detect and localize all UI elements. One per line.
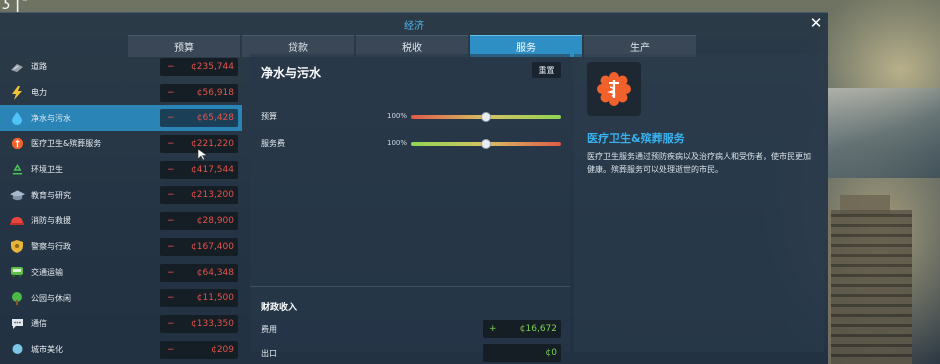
close-button[interactable]: ✕ <box>808 15 824 31</box>
background-sea <box>828 88 940 178</box>
revenue-title: 财政收入 <box>261 303 298 313</box>
healthcare-icon <box>587 62 641 116</box>
export-label: 出口 <box>261 349 277 358</box>
service-cost: − ¢209 <box>160 340 238 359</box>
fire-helmet-icon <box>9 213 25 229</box>
fee-percent: 100% <box>387 139 408 147</box>
background-building <box>828 210 912 364</box>
service-row-electricity[interactable]: 电力 − ¢56,918 <box>0 80 242 106</box>
road-icon <box>9 59 25 75</box>
service-row-transport[interactable]: 交通运输 − ¢64,348 <box>0 260 242 286</box>
budget-slider-row: 预算 100% <box>261 110 561 124</box>
service-row-communication[interactable]: 通信 − ¢133,350 <box>0 311 242 337</box>
bus-icon <box>9 264 25 280</box>
info-title: 医疗卫生&殡葬服务 <box>587 132 685 145</box>
service-cost: − ¢11,500 <box>160 289 238 308</box>
service-row-roads[interactable]: 道路 − ¢235,744 <box>0 54 242 80</box>
reset-button[interactable]: 重置 <box>532 62 561 78</box>
service-detail: 净水与污水 重置 预算 100% 服务费 100% 财政收入 费用 + ¢16,6… <box>250 54 570 362</box>
fee-slider-row: 服务费 100% <box>261 137 561 151</box>
service-cost: − ¢65,428 <box>160 109 238 128</box>
service-row-education[interactable]: 教育与研究 − ¢213,200 <box>0 182 242 208</box>
water-drop-icon <box>9 110 25 126</box>
graduation-cap-icon <box>9 187 25 203</box>
service-cost: − ¢213,200 <box>160 186 238 205</box>
police-badge-icon <box>9 239 25 255</box>
electricity-icon <box>9 85 25 101</box>
service-cost: − ¢56,918 <box>160 83 238 102</box>
panel-title: 经济 <box>404 21 424 32</box>
recycle-icon <box>9 162 25 178</box>
detail-title: 净水与污水 <box>261 66 322 80</box>
service-row-water[interactable]: 净水与污水 − ¢65,428 <box>0 105 242 132</box>
decoration-icon <box>9 341 25 357</box>
service-cost: − ¢167,400 <box>160 237 238 256</box>
service-cost: − ¢64,348 <box>160 263 238 282</box>
fee-revenue-label: 费用 <box>261 325 277 334</box>
service-row-parks[interactable]: 公园与休闲 − ¢11,500 <box>0 285 242 311</box>
mouse-cursor-icon <box>197 146 208 165</box>
fee-slider-handle[interactable] <box>481 139 491 149</box>
budget-slider-handle[interactable] <box>481 112 491 122</box>
service-list: 道路 − ¢235,744 电力 − ¢56,918 净水与污水 − ¢65,428 … <box>0 54 242 362</box>
info-description: 医疗卫生服务通过预防疾病以及治疗病人和受伤者，使市民更加健康。殡葬服务可以处理逝… <box>587 152 811 174</box>
service-row-fire[interactable]: 消防与救援 − ¢28,900 <box>0 208 242 234</box>
service-row-police[interactable]: 警察与行政 − ¢167,400 <box>0 234 242 260</box>
export-row: 出口 ¢0 <box>261 344 561 362</box>
fee-slider[interactable] <box>411 139 561 149</box>
export-value: ¢0 <box>483 344 561 362</box>
fee-label: 服务费 <box>261 139 285 148</box>
service-cost: − ¢235,744 <box>160 58 238 76</box>
section-divider <box>250 286 570 287</box>
fee-revenue-value: + ¢16,672 <box>483 320 561 338</box>
service-cost: − ¢28,900 <box>160 212 238 231</box>
info-panel: 医疗卫生&殡葬服务 医疗卫生服务通过预防疾病以及治疗病人和受伤者，使市民更加健康… <box>574 54 824 352</box>
tree-icon <box>9 290 25 306</box>
service-cost: − ¢133,350 <box>160 314 238 333</box>
chat-icon <box>9 316 25 332</box>
fee-revenue-row: 费用 + ¢16,672 <box>261 320 561 338</box>
service-row-beautification[interactable]: 城市美化 − ¢209 <box>0 337 242 363</box>
budget-label: 预算 <box>261 112 277 121</box>
budget-slider[interactable] <box>411 112 561 122</box>
healthcare-icon <box>9 136 25 152</box>
budget-percent: 100% <box>387 112 408 120</box>
